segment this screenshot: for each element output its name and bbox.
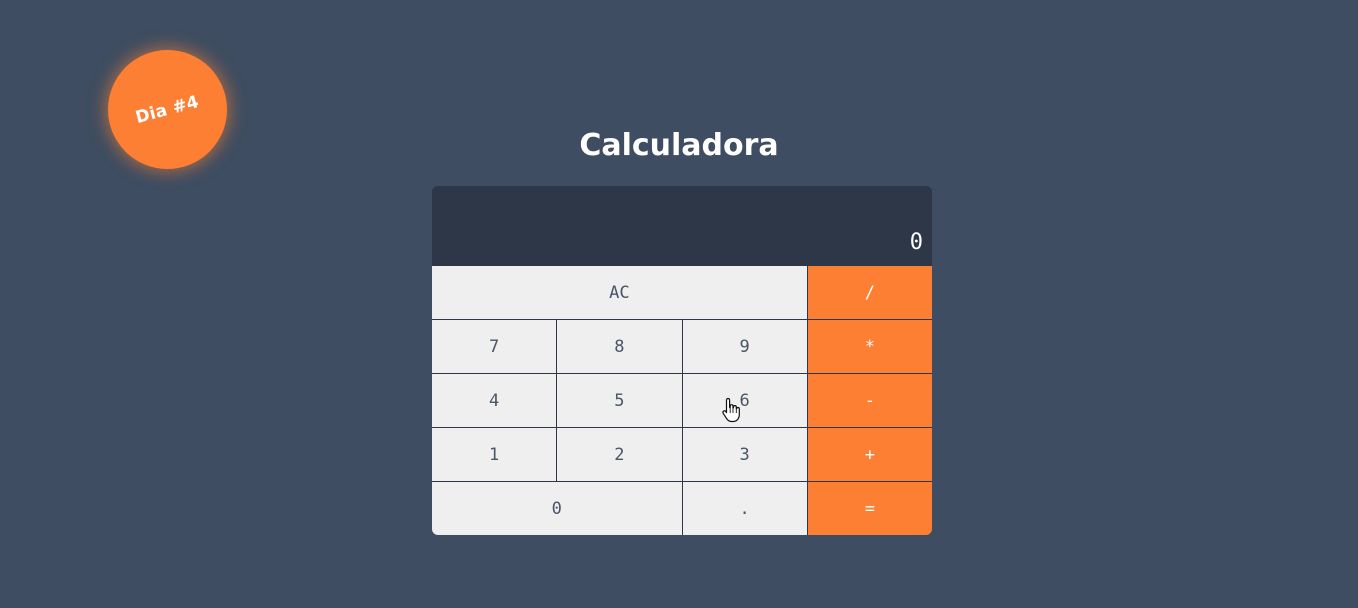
keypad: AC / 7 8 9 * 4 5 6 - 1 2 3 + 0 . =	[432, 266, 932, 535]
add-button[interactable]: +	[807, 428, 932, 481]
page-title: Calculadora	[579, 128, 779, 163]
digit-5-button[interactable]: 5	[557, 374, 682, 427]
digit-1-button[interactable]: 1	[432, 428, 557, 481]
day-badge-label: Dia #4	[133, 91, 202, 128]
display-value: 0	[909, 230, 923, 255]
multiply-button[interactable]: *	[807, 320, 932, 373]
digit-4-button[interactable]: 4	[432, 374, 557, 427]
decimal-button[interactable]: .	[682, 482, 807, 535]
digit-2-button[interactable]: 2	[557, 428, 682, 481]
subtract-button[interactable]: -	[807, 374, 932, 427]
equals-button[interactable]: =	[807, 482, 932, 535]
clear-button[interactable]: AC	[432, 266, 807, 319]
calculator-display: 0	[432, 186, 932, 266]
digit-9-button[interactable]: 9	[682, 320, 807, 373]
digit-7-button[interactable]: 7	[432, 320, 557, 373]
divide-button[interactable]: /	[807, 266, 932, 319]
calculator: 0 AC / 7 8 9 * 4 5 6 - 1 2 3 + 0 . =	[432, 186, 932, 535]
digit-8-button[interactable]: 8	[557, 320, 682, 373]
digit-6-button[interactable]: 6	[682, 374, 807, 427]
hand-pointer-cursor-icon	[722, 397, 740, 423]
digit-0-button[interactable]: 0	[432, 482, 682, 535]
digit-3-button[interactable]: 3	[682, 428, 807, 481]
